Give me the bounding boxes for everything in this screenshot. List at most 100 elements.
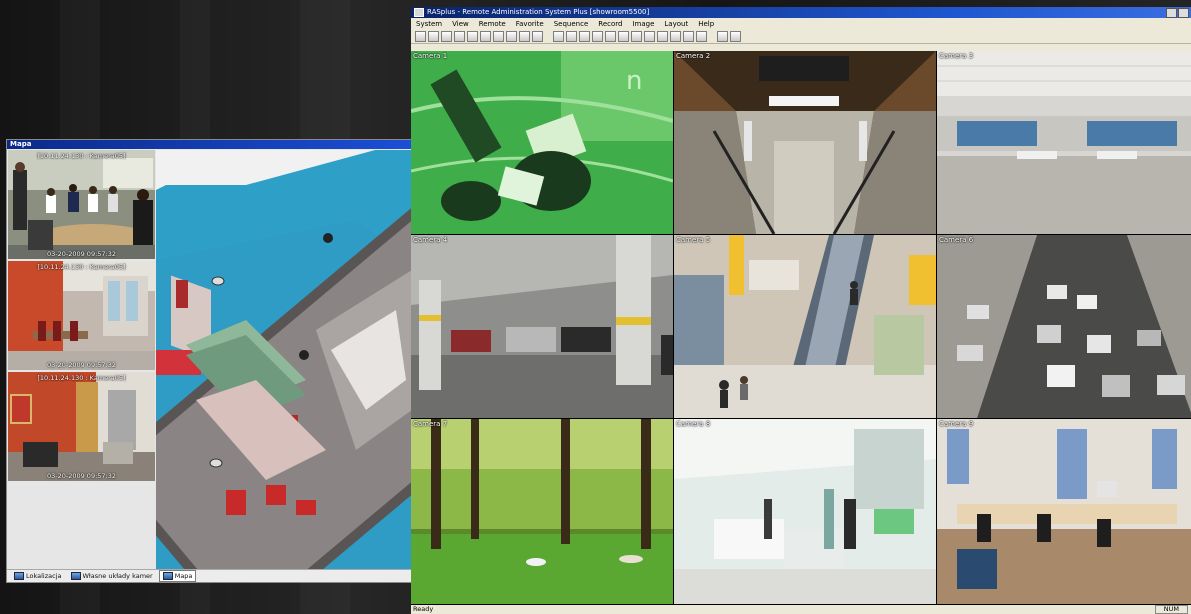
- menu-bar: System View Remote Favorite Sequence Rec…: [411, 18, 1191, 29]
- menu-system[interactable]: System: [416, 20, 442, 28]
- ptz-icon[interactable]: [730, 30, 741, 42]
- menu-view[interactable]: View: [452, 20, 469, 28]
- camera-label: Camera 5: [676, 236, 711, 244]
- sequence-icon[interactable]: [717, 30, 728, 42]
- camera-label: Camera 2: [676, 52, 711, 60]
- print-icon[interactable]: [493, 30, 504, 42]
- tab-custom-camera-layouts[interactable]: Własne układy kamer: [68, 571, 156, 581]
- camera-1-feed: n: [411, 51, 673, 234]
- toolbar: [411, 29, 1191, 44]
- tab-label: Mapa: [174, 572, 193, 580]
- camera-view-1[interactable]: Camera 1 n: [411, 51, 673, 234]
- camera-view-5[interactable]: Camera 5: [674, 235, 936, 418]
- thumbnail-timestamp: 03-20-2009 09:57:32: [46, 250, 117, 258]
- toolbar-separator: [709, 31, 715, 42]
- camera-view-3[interactable]: Camera 3: [937, 51, 1191, 234]
- tab-mapa[interactable]: Mapa: [158, 570, 197, 582]
- map-window: Mapa [10.11.24.130 : Kamera05] 03-20-200…: [6, 139, 414, 583]
- network-icon[interactable]: [506, 30, 517, 42]
- svg-text:n: n: [626, 66, 642, 96]
- twentyfive-view-icon[interactable]: [657, 30, 668, 42]
- camera-grid: Camera 1 n Camera 2 Camera 3 Camera 4 Ca…: [411, 51, 1191, 608]
- menu-remote[interactable]: Remote: [479, 20, 506, 28]
- menu-sequence[interactable]: Sequence: [554, 20, 589, 28]
- rasplus-window: RASplus - Remote Administration System P…: [411, 7, 1191, 614]
- quad-view-icon[interactable]: [566, 30, 577, 42]
- camera-view-9[interactable]: Camera 9: [937, 419, 1191, 604]
- camera-thumbnail-3[interactable]: [10.11.24.130 : Kamera05] 03-20-2009 09:…: [8, 372, 155, 481]
- toolbar-separator: [545, 31, 551, 42]
- camera-2-feed: [674, 51, 936, 234]
- camera-label: Camera 8: [676, 420, 711, 428]
- tab-label: Lokalizacja: [26, 572, 62, 580]
- thumbnail-timestamp: 03-20-2009 09:57:32: [46, 361, 117, 369]
- app-icon: [414, 8, 424, 17]
- ten-view-icon[interactable]: [605, 30, 616, 42]
- map-window-tabs: Lokalizacja Własne układy kamer Mapa: [7, 569, 413, 582]
- camera-view-6[interactable]: Camera 6: [937, 235, 1191, 418]
- tab-label: Własne układy kamer: [82, 572, 153, 580]
- menu-image[interactable]: Image: [632, 20, 654, 28]
- sixteen-view-icon[interactable]: [631, 30, 642, 42]
- rasplus-titlebar: RASplus - Remote Administration System P…: [411, 7, 1191, 18]
- office-room-image: [8, 261, 155, 370]
- camera-8-feed: [674, 419, 936, 604]
- camera-thumbnail-2[interactable]: [10.11.24.130 : Kamera05] 03-20-2009 09:…: [8, 261, 155, 370]
- camera-label: Camera 1: [413, 52, 448, 60]
- camera-label: Camera 6: [939, 236, 974, 244]
- camera-view-2[interactable]: Camera 2: [674, 51, 936, 234]
- num-lock-indicator: NUM: [1154, 605, 1188, 614]
- status-text: Ready: [413, 605, 434, 613]
- next-icon[interactable]: [696, 30, 707, 42]
- window-title: RASplus - Remote Administration System P…: [427, 8, 650, 16]
- status-bar: Ready NUM: [411, 605, 1191, 614]
- twenty-view-icon[interactable]: [644, 30, 655, 42]
- camera-label: Camera 7: [413, 420, 448, 428]
- camera-3-feed: [937, 51, 1191, 234]
- record-icon[interactable]: [428, 30, 439, 42]
- lobby-image: [8, 372, 155, 481]
- thumbnail-camera-label: [10.11.24.130 : Kamera05]: [37, 152, 126, 160]
- camera-label: Camera 9: [939, 420, 974, 428]
- camera-view-7[interactable]: Camera 7: [411, 419, 673, 604]
- restore-button[interactable]: [1178, 8, 1189, 18]
- playback-icon[interactable]: [441, 30, 452, 42]
- menu-favorite[interactable]: Favorite: [516, 20, 544, 28]
- previous-icon[interactable]: [683, 30, 694, 42]
- map-icon: [162, 572, 173, 580]
- menu-layout[interactable]: Layout: [664, 20, 688, 28]
- nine-view-icon[interactable]: [592, 30, 603, 42]
- favorite-star-icon[interactable]: [467, 30, 478, 42]
- copy-icon[interactable]: [480, 30, 491, 42]
- fullscreen-icon[interactable]: [670, 30, 681, 42]
- record-dot-icon[interactable]: [519, 30, 530, 42]
- camera-view-8[interactable]: Camera 8: [674, 419, 936, 604]
- map-window-title: Mapa: [7, 140, 413, 149]
- camera-4-feed: [411, 235, 673, 418]
- layout-icon: [70, 572, 81, 580]
- camera-label: Camera 4: [413, 236, 448, 244]
- camera-5-feed: [674, 235, 936, 418]
- camera-6-feed: [937, 235, 1191, 418]
- meeting-room-image: [8, 150, 155, 259]
- thumbnail-timestamp: 03-20-2009 09:57:32: [46, 472, 117, 480]
- tab-lokalizacja[interactable]: Lokalizacja: [11, 571, 65, 581]
- thumbnail-camera-label: [10.11.24.130 : Kamera05]: [37, 374, 126, 382]
- export-icon[interactable]: [454, 30, 465, 42]
- single-view-icon[interactable]: [553, 30, 564, 42]
- thumbnail-camera-label: [10.11.24.130 : Kamera05]: [37, 263, 126, 271]
- menu-record[interactable]: Record: [598, 20, 622, 28]
- camera-label: Camera 3: [939, 52, 974, 60]
- location-icon: [14, 572, 24, 580]
- thirteen-view-icon[interactable]: [618, 30, 629, 42]
- minimize-button[interactable]: [1166, 8, 1177, 18]
- camera-9-feed: [937, 419, 1191, 604]
- six-view-icon[interactable]: [579, 30, 590, 42]
- snapshot-icon[interactable]: [532, 30, 543, 42]
- camera-7-feed: [411, 419, 673, 604]
- floor-plan-map[interactable]: [156, 150, 412, 570]
- menu-help[interactable]: Help: [698, 20, 714, 28]
- layout-icon[interactable]: [415, 30, 426, 42]
- camera-view-4[interactable]: Camera 4: [411, 235, 673, 418]
- camera-thumbnail-1[interactable]: [10.11.24.130 : Kamera05] 03-20-2009 09:…: [8, 150, 155, 259]
